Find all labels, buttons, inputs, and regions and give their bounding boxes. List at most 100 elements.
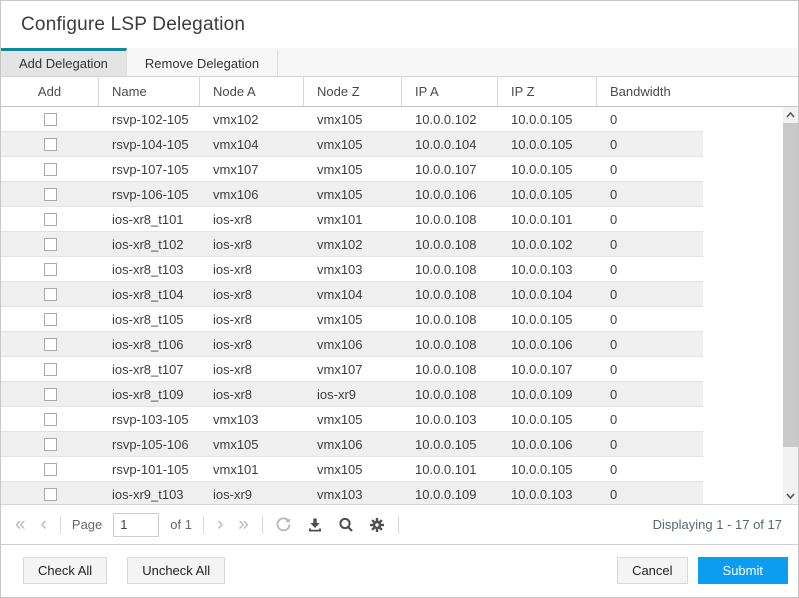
cell-ip-z: 10.0.0.102 [511,236,573,252]
table-row[interactable]: rsvp-103-105 vmx103 vmx105 10.0.0.103 10… [1,407,703,432]
row-checkbox[interactable] [43,312,57,326]
cell-ip-a: 10.0.0.106 [415,186,477,202]
vertical-scrollbar[interactable] [783,107,798,504]
check-all-button[interactable]: Check All [23,557,108,584]
toolbar-separator [59,515,61,534]
table-row[interactable]: ios-xr8_t109 ios-xr8 ios-xr9 10.0.0.108 … [1,382,703,407]
displaying-status: Displaying 1 - 17 of 17 [652,517,782,532]
row-checkbox[interactable] [43,412,57,426]
column-header-node-a[interactable]: Node A [200,77,304,106]
submit-button[interactable]: Submit [697,557,788,584]
dialog-title-bar: Configure LSP Delegation [1,1,798,48]
chevron-up-icon [786,112,795,118]
row-checkbox[interactable] [43,287,57,301]
cell-node-z: vmx103 [317,486,363,502]
cell-ip-a: 10.0.0.101 [415,461,477,477]
cell-ip-a: 10.0.0.109 [415,486,477,502]
cell-node-a: ios-xr8 [213,211,253,227]
cell-ip-a: 10.0.0.108 [415,261,477,277]
row-checkbox[interactable] [43,437,57,451]
cell-name: ios-xr8_t105 [112,311,184,327]
cell-node-z: vmx103 [317,261,363,277]
prev-page-button[interactable]: ‹ [39,515,49,534]
table-row[interactable]: rsvp-102-105 vmx102 vmx105 10.0.0.102 10… [1,107,703,132]
cell-bandwidth: 0 [610,436,618,452]
uncheck-all-button[interactable]: Uncheck All [127,557,226,584]
tab-add-delegation[interactable]: Add Delegation [1,48,127,76]
cell-name: rsvp-102-105 [112,111,189,127]
cell-ip-a: 10.0.0.108 [415,386,477,402]
cell-node-a: vmx105 [213,436,259,452]
table-row[interactable]: rsvp-106-105 vmx106 vmx105 10.0.0.106 10… [1,182,703,207]
tab-strip: Add Delegation Remove Delegation [1,48,798,77]
cell-node-z: vmx105 [317,161,363,177]
row-checkbox[interactable] [43,237,57,251]
scroll-up-button[interactable] [783,107,798,123]
next-page-button[interactable]: › [215,515,225,534]
page-number-input[interactable] [113,512,160,537]
download-button[interactable] [305,515,325,535]
row-checkbox[interactable] [43,387,57,401]
cell-node-a: vmx101 [213,461,259,477]
row-checkbox[interactable] [43,362,57,376]
scrollbar-thumb[interactable] [783,123,798,447]
cell-bandwidth: 0 [610,286,618,302]
cell-node-z: vmx105 [317,136,363,152]
first-page-button[interactable]: « [13,515,28,534]
cancel-button[interactable]: Cancel [617,557,688,584]
table-row[interactable]: ios-xr8_t103 ios-xr8 vmx103 10.0.0.108 1… [1,257,703,282]
table-row[interactable]: rsvp-104-105 vmx104 vmx105 10.0.0.104 10… [1,132,703,157]
cell-ip-z: 10.0.0.107 [511,361,573,377]
last-page-button[interactable]: » [236,515,251,534]
cell-ip-z: 10.0.0.106 [511,336,573,352]
table-row[interactable]: rsvp-107-105 vmx107 vmx105 10.0.0.107 10… [1,157,703,182]
cell-name: ios-xr8_t107 [112,361,184,377]
table-row[interactable]: ios-xr9_t103 ios-xr9 vmx103 10.0.0.109 1… [1,482,703,504]
table-row[interactable]: ios-xr8_t106 ios-xr8 vmx106 10.0.0.108 1… [1,332,703,357]
column-header-name[interactable]: Name [99,77,200,106]
row-checkbox[interactable] [43,187,57,201]
settings-button[interactable] [367,515,387,535]
row-checkbox[interactable] [43,262,57,276]
cell-node-z: vmx105 [317,111,363,127]
row-checkbox[interactable] [43,337,57,351]
cell-bandwidth: 0 [610,311,618,327]
page-label: Page [71,517,103,532]
row-checkbox[interactable] [43,162,57,176]
column-header-bandwidth[interactable]: Bandwidth [597,77,798,106]
cell-name: ios-xr8_t104 [112,286,184,302]
table-row[interactable]: ios-xr8_t102 ios-xr8 vmx102 10.0.0.108 1… [1,232,703,257]
row-checkbox[interactable] [43,112,57,126]
table-row[interactable]: ios-xr8_t107 ios-xr8 vmx107 10.0.0.108 1… [1,357,703,382]
row-add-cell [1,212,99,226]
table-row[interactable]: ios-xr8_t104 ios-xr8 vmx104 10.0.0.108 1… [1,282,703,307]
cell-bandwidth: 0 [610,261,618,277]
cell-ip-a: 10.0.0.107 [415,161,477,177]
cell-bandwidth: 0 [610,461,618,477]
table-row[interactable]: ios-xr8_t105 ios-xr8 vmx105 10.0.0.108 1… [1,307,703,332]
row-checkbox[interactable] [43,487,57,501]
refresh-button[interactable] [274,515,294,535]
scroll-down-button[interactable] [783,488,798,504]
table-row[interactable]: rsvp-101-105 vmx101 vmx105 10.0.0.101 10… [1,457,703,482]
search-button[interactable] [336,515,356,535]
table-body: rsvp-102-105 vmx102 vmx105 10.0.0.102 10… [1,107,798,504]
row-checkbox[interactable] [43,137,57,151]
cell-node-a: vmx103 [213,411,259,427]
column-header-ip-a[interactable]: IP A [402,77,498,106]
table-row[interactable]: ios-xr8_t101 ios-xr8 vmx101 10.0.0.108 1… [1,207,703,232]
column-header-node-z[interactable]: Node Z [304,77,402,106]
tab-remove-delegation[interactable]: Remove Delegation [127,48,279,76]
row-add-cell [1,362,99,376]
cell-ip-a: 10.0.0.108 [415,211,477,227]
row-checkbox[interactable] [43,462,57,476]
row-checkbox[interactable] [43,212,57,226]
cell-ip-a: 10.0.0.103 [415,411,477,427]
cell-node-z: vmx107 [317,361,363,377]
cell-name: rsvp-103-105 [112,411,189,427]
cell-node-z: vmx105 [317,461,363,477]
row-add-cell [1,462,99,476]
column-header-ip-z[interactable]: IP Z [498,77,597,106]
table-row[interactable]: rsvp-105-106 vmx105 vmx106 10.0.0.105 10… [1,432,703,457]
column-header-add[interactable]: Add [1,77,99,106]
